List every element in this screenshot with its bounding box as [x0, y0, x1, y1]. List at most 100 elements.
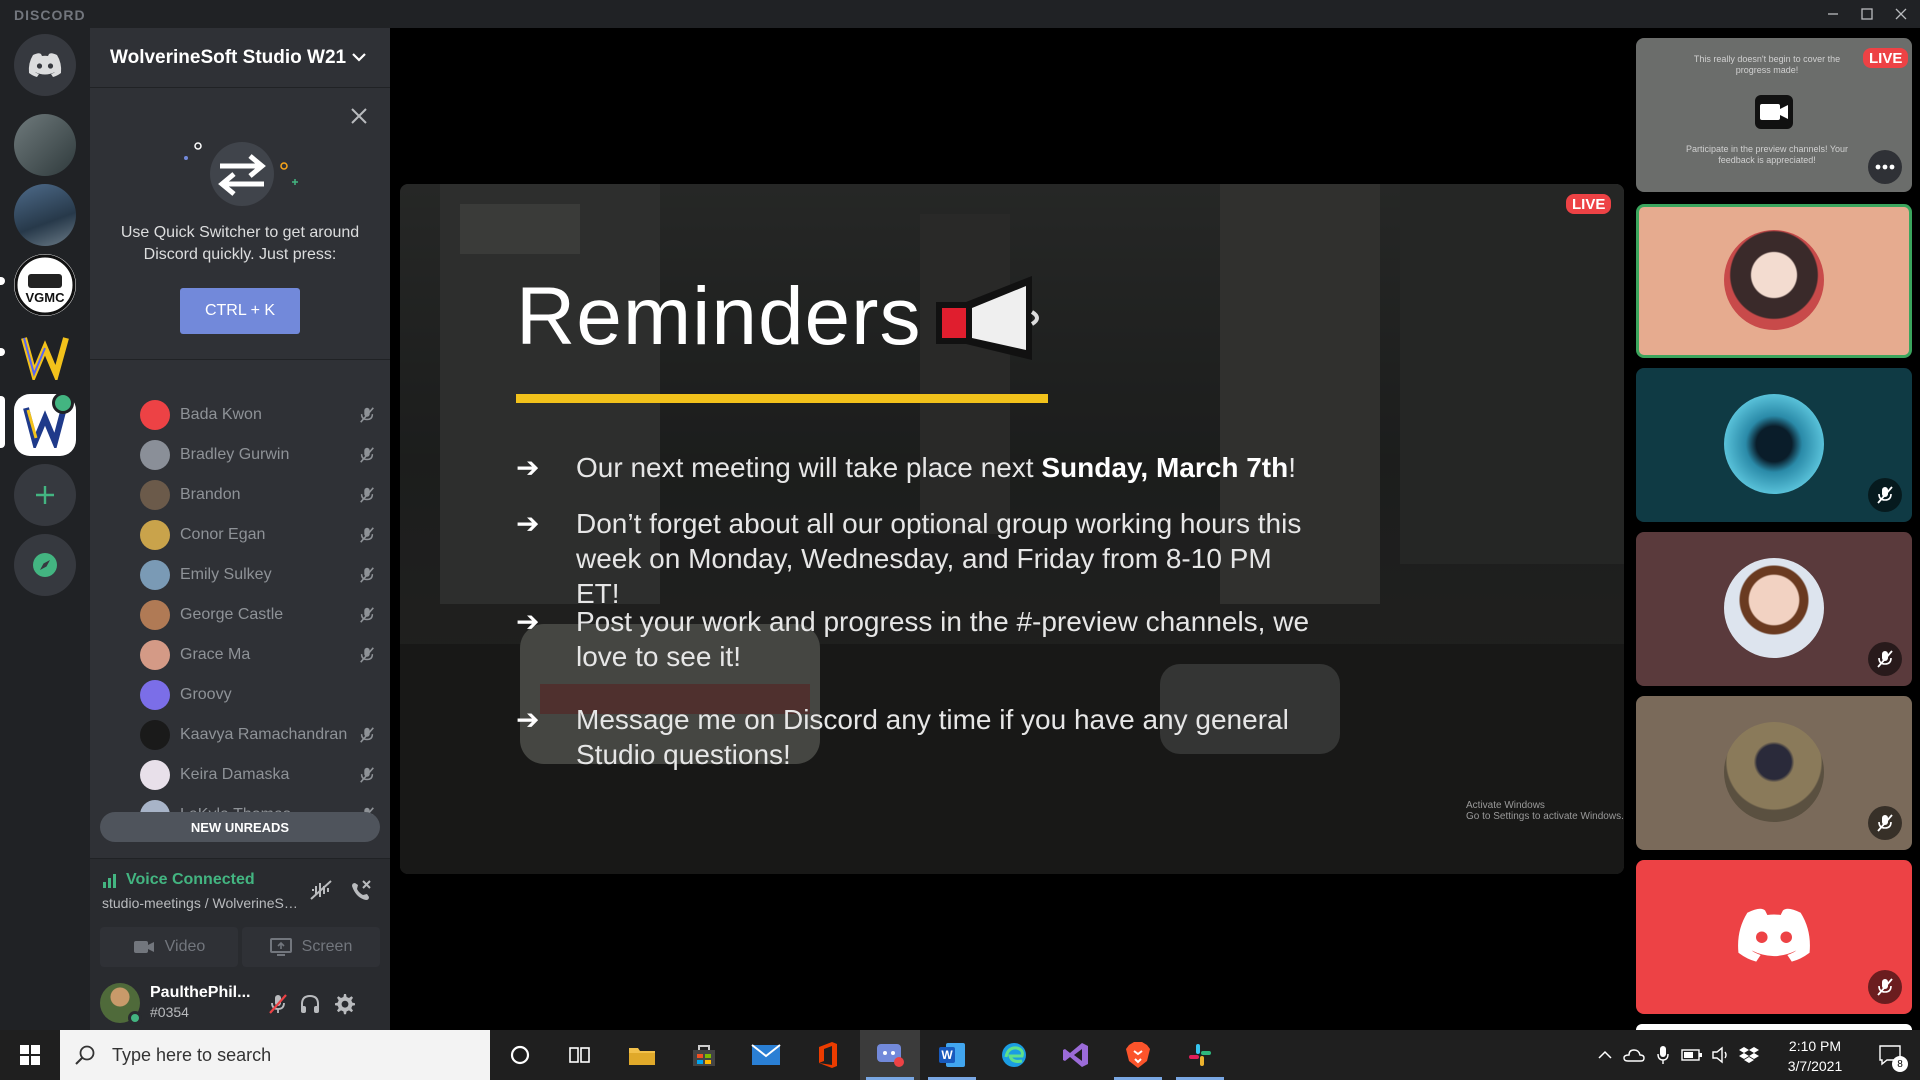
participant-avatar	[1724, 722, 1824, 822]
noise-suppression-button[interactable]	[308, 877, 334, 903]
slack-app[interactable]	[1170, 1030, 1230, 1080]
microphone-muted-icon	[360, 447, 374, 463]
show-hidden-icons-button[interactable]	[1592, 1030, 1618, 1080]
voice-member[interactable]: Bada Kwon	[140, 396, 376, 434]
voice-member[interactable]: Brandon	[140, 476, 376, 514]
home-button[interactable]	[14, 34, 76, 96]
screen-share-button[interactable]: Screen	[242, 927, 380, 967]
voice-member[interactable]: Conor Egan	[140, 516, 376, 554]
voice-member[interactable]: Emily Sulkey	[140, 556, 376, 594]
microphone-muted-icon	[360, 767, 374, 783]
windows-taskbar: Type here to search W 2:10 PM 3/7/2021 8	[0, 1030, 1920, 1080]
microphone-muted-icon	[360, 407, 374, 423]
voice-member[interactable]: Kaavya Ramachandran	[140, 716, 376, 754]
voice-status-panel: Voice Connected studio-meetings / Wolver…	[90, 858, 390, 988]
signal-icon	[103, 874, 116, 888]
participant-tile-speaking[interactable]	[1636, 204, 1912, 358]
visual-studio-icon	[1063, 1043, 1088, 1067]
system-clock[interactable]: 2:10 PM 3/7/2021	[1760, 1036, 1870, 1076]
office-icon	[819, 1042, 837, 1068]
stream-preview-tile[interactable]: This really doesn't begin to cover the p…	[1636, 38, 1912, 192]
user-settings-button[interactable]	[332, 992, 356, 1016]
brave-app[interactable]	[1108, 1030, 1168, 1080]
edge-app[interactable]	[984, 1030, 1044, 1080]
quick-switcher-shortcut-button[interactable]: CTRL + K	[180, 288, 300, 334]
online-status-dot	[128, 1011, 142, 1025]
search-icon	[75, 1045, 95, 1065]
taskbar-search-box[interactable]: Type here to search	[60, 1030, 490, 1080]
server-header[interactable]: WolverineSoft Studio W21	[90, 28, 390, 88]
microphone-muted-icon	[360, 727, 374, 743]
reminder-bullet: ➔ Message me on Discord any time if you h…	[516, 702, 1316, 772]
notifications-button[interactable]: 8	[1868, 1030, 1912, 1080]
video-camera-icon	[1755, 95, 1793, 129]
voice-member[interactable]: Groovy	[140, 676, 376, 714]
microphone-tray[interactable]	[1650, 1030, 1676, 1080]
quick-switcher-illustration-icon	[184, 142, 298, 206]
file-explorer-app[interactable]	[612, 1030, 672, 1080]
dropbox-tray[interactable]	[1736, 1030, 1762, 1080]
more-dots-icon	[1875, 164, 1895, 170]
close-window-button[interactable]	[1884, 0, 1918, 28]
new-unreads-button[interactable]: NEW UNREADS	[100, 812, 380, 842]
participant-tile[interactable]	[1636, 532, 1912, 686]
voice-member[interactable]: George Castle	[140, 596, 376, 634]
store-app[interactable]	[674, 1030, 734, 1080]
voice-active-badge	[52, 392, 74, 414]
onedrive-tray[interactable]	[1620, 1030, 1648, 1080]
gear-icon	[335, 994, 355, 1015]
member-name: Groovy	[180, 686, 232, 703]
discord-taskbar-app[interactable]	[860, 1030, 920, 1080]
quick-switcher-message: Use Quick Switcher to get around Discord…	[120, 224, 360, 263]
office-app[interactable]	[798, 1030, 858, 1080]
phone-disconnect-icon	[352, 880, 371, 900]
explore-servers-button[interactable]	[14, 534, 76, 596]
selected-server-pip	[0, 396, 5, 448]
mute-microphone-button[interactable]	[266, 992, 290, 1016]
microphone-icon	[1657, 1046, 1669, 1064]
cortana-button[interactable]	[490, 1030, 550, 1080]
voice-member[interactable]: Grace Ma	[140, 636, 376, 674]
task-view-button[interactable]	[550, 1030, 610, 1080]
video-label: Video	[164, 938, 206, 955]
disconnect-button[interactable]	[348, 877, 374, 903]
battery-tray[interactable]	[1678, 1030, 1706, 1080]
member-avatar	[140, 760, 170, 790]
voice-member[interactable]: Keira Damaska	[140, 756, 376, 794]
muted-indicator	[1868, 806, 1902, 840]
participant-tile-default-avatar[interactable]	[1636, 860, 1912, 1014]
participant-tile[interactable]	[1636, 368, 1912, 522]
deafen-button[interactable]	[298, 992, 322, 1016]
member-avatar	[140, 400, 170, 430]
member-name: Kaavya Ramachandran	[180, 726, 348, 743]
add-server-button[interactable]	[14, 464, 76, 526]
video-button[interactable]: Video	[100, 927, 238, 967]
battery-icon	[1681, 1049, 1702, 1061]
close-tip-button[interactable]	[350, 104, 368, 132]
search-placeholder: Type here to search	[112, 1044, 272, 1065]
voice-channel-name[interactable]: studio-meetings / WolverineSoft Studio W…	[102, 895, 302, 911]
voice-connected-status[interactable]: Voice Connected	[102, 871, 255, 889]
server-name: WolverineSoft Studio W21	[110, 46, 347, 68]
participant-avatar	[1724, 394, 1824, 494]
server-icon-2[interactable]	[14, 184, 76, 246]
volume-tray[interactable]	[1708, 1030, 1734, 1080]
member-name: Bradley Gurwin	[180, 446, 290, 463]
server-icon-1[interactable]	[14, 114, 76, 176]
preview-live-badge: LIVE	[1863, 48, 1909, 68]
camera-icon	[133, 941, 154, 953]
word-app[interactable]: W	[922, 1030, 982, 1080]
minimize-button[interactable]	[1816, 0, 1850, 28]
mail-app[interactable]	[736, 1030, 796, 1080]
maximize-button[interactable]	[1850, 0, 1884, 28]
preview-text-top: This really doesn't begin to cover the p…	[1693, 54, 1841, 75]
headphones-icon	[301, 994, 319, 1013]
server-icon-wolverinesoft-alt[interactable]	[14, 324, 76, 386]
visual-studio-app[interactable]	[1046, 1030, 1106, 1080]
screen-share-stream[interactable]: LIVE Reminders ➔ Our next meeting will ta…	[400, 184, 1624, 874]
voice-member[interactable]: Bradley Gurwin	[140, 436, 376, 474]
server-icon-vgmc[interactable]: VGMC	[14, 254, 76, 316]
more-options-button[interactable]	[1868, 150, 1902, 184]
start-button[interactable]	[0, 1030, 60, 1080]
participant-tile[interactable]	[1636, 696, 1912, 850]
